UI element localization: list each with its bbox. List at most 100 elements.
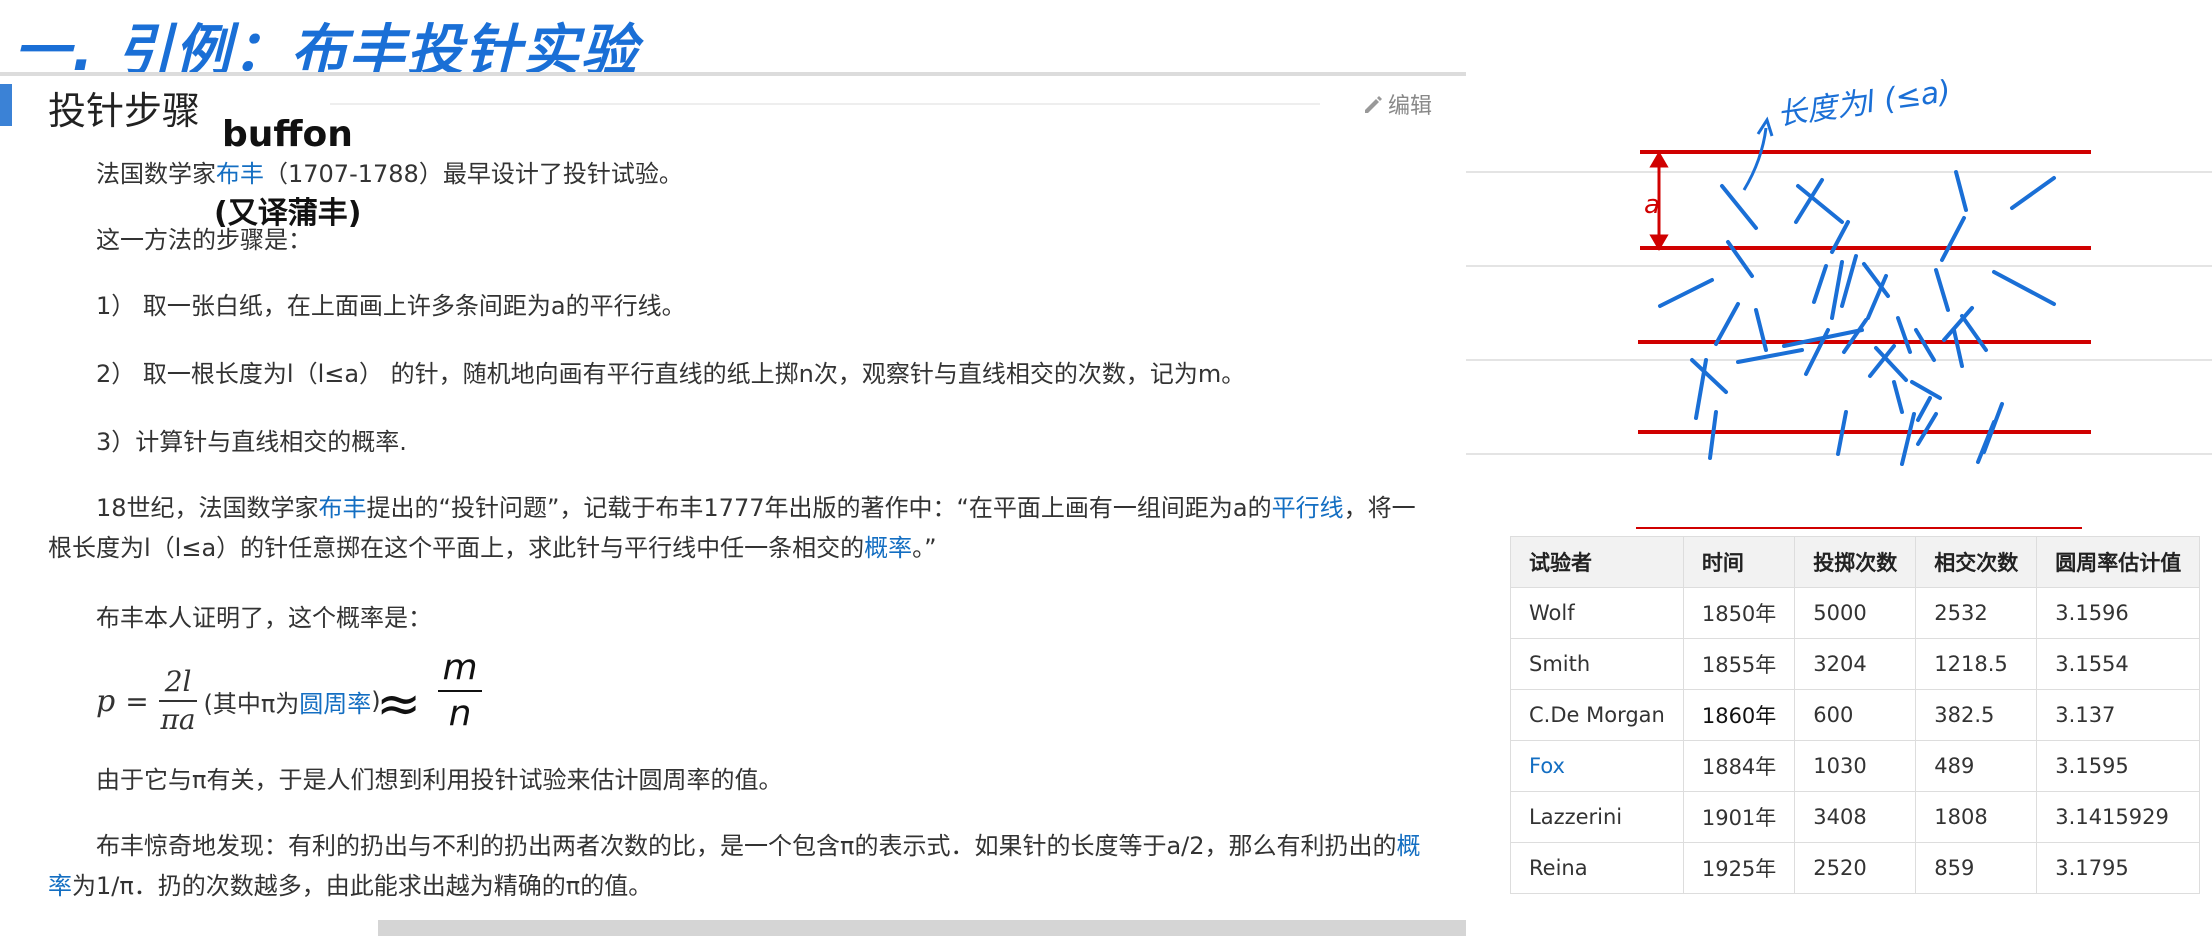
step-2: 2） 取一根长度为l（l≤a） 的针，随机地向画有平行直线的纸上掷n次，观察针与…	[96, 360, 1246, 388]
cell-throws: 1030	[1794, 740, 1917, 792]
formula-equals: =	[125, 684, 149, 718]
header-experimenter: 试验者	[1510, 536, 1684, 588]
needle	[1804, 328, 1830, 376]
link-buffon[interactable]: 布丰	[216, 160, 264, 188]
needle	[1842, 318, 1868, 354]
needle	[1940, 216, 1966, 262]
paragraph-proof: 布丰本人证明了，这个概率是：	[96, 604, 432, 632]
ratio-denominator: n	[448, 693, 472, 734]
step-1: 1） 取一张白纸，在上面画上许多条间距为a的平行线。	[96, 292, 686, 320]
needle	[1896, 316, 1912, 354]
text: 18世纪，法国数学家	[96, 494, 319, 522]
text: （1707-1788）最早设计了投针试验。	[264, 160, 683, 188]
header-throws: 投掷次数	[1794, 536, 1917, 588]
cell-pi-estimate: 3.1595	[2036, 740, 2201, 792]
paragraph-history: 18世纪，法国数学家布丰提出的“投针问题”，记载于布丰1777年出版的著作中：“…	[48, 488, 1428, 568]
cell-throws: 2520	[1794, 842, 1917, 894]
link-probability[interactable]: 概率	[864, 534, 912, 562]
needle	[1914, 328, 1936, 362]
table-row: Smith 1855年 3204 1218.5 3.1554	[1510, 638, 2201, 690]
cell-crossings: 489	[1915, 740, 2038, 792]
pencil-icon	[1364, 96, 1382, 113]
table-row: Wolf 1850年 5000 2532 3.1596	[1510, 587, 2201, 639]
cell-experimenter: Lazzerini	[1510, 791, 1684, 843]
link-pi[interactable]: 圆周率	[299, 684, 371, 719]
formula-numerator: 2l	[158, 666, 198, 702]
needle	[1934, 268, 1950, 312]
cell-throws: 3204	[1794, 638, 1917, 690]
needle	[1714, 302, 1740, 346]
needle	[1690, 358, 1728, 394]
text: 为1/π．扔的次数越多，由此能求出越为精确的π的值。	[72, 872, 653, 900]
needle	[1960, 314, 1988, 352]
cell-year: 1925年	[1682, 842, 1796, 894]
cell-throws: 5000	[1794, 587, 1917, 639]
buffon-results-table: 试验者 时间 投掷次数 相交次数 圆周率估计值 Wolf 1850年 5000 …	[1510, 536, 2201, 894]
cell-pi-estimate: 3.137	[2036, 689, 2201, 741]
step-3: 3）计算针与直线相交的概率.	[96, 428, 407, 456]
text: 。”	[912, 534, 937, 562]
needle	[1892, 380, 1904, 414]
needle	[1812, 264, 1828, 304]
needle	[1840, 254, 1858, 308]
cell-year: 1884年	[1682, 740, 1796, 792]
cell-year: 1860年	[1682, 689, 1796, 741]
header-year: 时间	[1682, 536, 1796, 588]
cell-experimenter: Wolf	[1510, 587, 1684, 639]
probability-formula: p = 2l πa (其中π为 圆周率)	[96, 656, 381, 746]
text: 法国数学家	[96, 160, 216, 188]
formula-paren-pre: (其中π为	[203, 689, 300, 718]
table-row: Lazzerini 1901年 3408 1808 3.1415929	[1510, 791, 2201, 843]
paragraph-pi: 由于它与π有关，于是人们想到利用投针试验来估计圆周率的值。	[96, 766, 783, 794]
cell-throws: 3408	[1794, 791, 1917, 843]
cell-crossings: 1808	[1915, 791, 2038, 843]
table-header-row: 试验者 时间 投掷次数 相交次数 圆周率估计值	[1510, 536, 2201, 588]
cell-year: 1850年	[1682, 587, 1796, 639]
cell-crossings: 382.5	[1915, 689, 2038, 741]
needle	[1982, 402, 2004, 454]
section-accent-bar	[0, 84, 12, 126]
cell-pi-estimate: 3.1554	[2036, 638, 2201, 690]
cell-crossings: 2532	[1915, 587, 2038, 639]
ratio-bar	[438, 690, 482, 692]
cell-experimenter: Smith	[1510, 638, 1684, 690]
link-buffon[interactable]: 布丰	[319, 494, 367, 522]
cell-experimenter: Reina	[1510, 842, 1684, 894]
formula-lhs: p	[96, 683, 116, 719]
needle	[1910, 380, 1942, 400]
note-pointer-arrow	[1742, 127, 1768, 191]
cell-pi-estimate: 3.1596	[2036, 587, 2201, 639]
cell-crossings: 859	[1915, 842, 2038, 894]
cell-experimenter: C.De Morgan	[1510, 689, 1684, 741]
needle	[1796, 184, 1844, 224]
needle	[1992, 270, 2056, 306]
cell-year: 1901年	[1682, 791, 1796, 843]
cell-year: 1855年	[1682, 638, 1796, 690]
needle	[1954, 170, 1968, 212]
needle	[1720, 184, 1758, 230]
formula-fraction: 2l πa	[158, 666, 198, 736]
needle	[1658, 278, 1714, 308]
table-row: Fox 1884年 1030 489 3.1595	[1510, 740, 2201, 792]
cell-crossings: 1218.5	[1915, 638, 2038, 690]
paragraph-discovery: 布丰惊奇地发现：有利的扔出与不利的扔出两者次数的比，是一个包含π的表示式．如果针…	[48, 826, 1428, 906]
cell-pi-estimate: 3.1415929	[2036, 791, 2201, 843]
table-row: C.De Morgan 1860年 600 382.5 3.137	[1510, 689, 2201, 741]
ratio-numerator: m	[442, 647, 478, 688]
header-pi-estimate: 圆周率估计值	[2036, 536, 2201, 588]
handwritten-buffon: buffon	[222, 114, 353, 155]
handwritten-spacing-label: a	[1644, 190, 1660, 220]
link-fox[interactable]: Fox	[1510, 740, 1684, 792]
text: 提出的“投针问题”，记载于布丰1777年出版的著作中：“在平面上画有一组间距为a…	[366, 494, 1272, 522]
needle	[1830, 260, 1844, 320]
link-parallel-lines[interactable]: 平行线	[1272, 494, 1344, 522]
cell-throws: 600	[1794, 689, 1917, 741]
handwritten-ratio: m n	[438, 650, 482, 732]
text: 布丰惊奇地发现：有利的扔出与不利的扔出两者次数的比，是一个包含π的表示式．如果针…	[96, 832, 1397, 860]
needle	[2010, 176, 2056, 210]
edit-button[interactable]: 编辑	[1362, 88, 1432, 120]
needle	[1708, 410, 1718, 460]
edit-label: 编辑	[1387, 94, 1432, 119]
header-crossings: 相交次数	[1915, 536, 2038, 588]
section-divider	[330, 103, 1320, 105]
